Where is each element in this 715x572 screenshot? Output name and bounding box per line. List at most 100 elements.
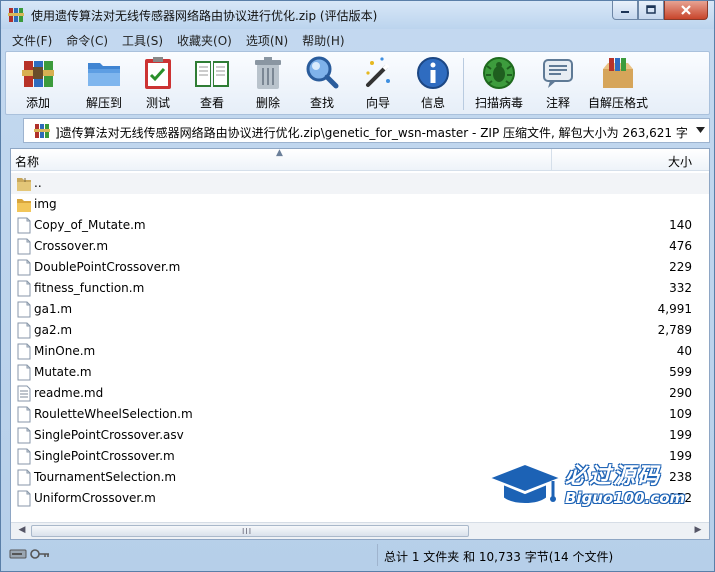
wizard-wand-icon [366,57,390,87]
file-row[interactable]: ga2.m 2,789 [11,320,709,341]
info-button[interactable]: 信息 [411,54,455,114]
extract-to-button[interactable]: 解压到 [80,54,128,114]
file-row[interactable]: DoublePointCrossover.m 229 [11,257,709,278]
document-icon [16,385,32,402]
info-icon [417,57,449,89]
file-row[interactable]: RouletteWheelSelection.m 109 [11,404,709,425]
minimize-button[interactable] [612,1,638,20]
file-row[interactable]: Mutate.m 599 [11,362,709,383]
file-icon [16,490,32,507]
toolbar: 添加 解压到 测试 查看 删除 查找 向导 信息 扫描病毒 注释 自解压格式 [5,51,710,115]
drive-key-icon[interactable] [9,547,51,561]
file-row[interactable]: MinOne.m 40 [11,341,709,362]
add-button[interactable]: 添加 [16,54,60,114]
comment-button[interactable]: 注释 [536,54,580,114]
test-button[interactable]: 测试 [136,54,180,114]
scan-virus-button[interactable]: 扫描病毒 [469,54,529,114]
close-icon [681,5,691,15]
parent-folder-row[interactable]: .. [11,173,709,194]
menu-tools[interactable]: 工具(S) [115,30,170,50]
minimize-icon [621,11,629,13]
scroll-left-icon[interactable]: ◀ [15,525,29,537]
file-name: DoublePointCrossover.m [34,260,181,274]
file-name: Mutate.m [34,365,92,379]
wizard-button[interactable]: 向导 [356,54,400,114]
view-button[interactable]: 查看 [189,54,235,114]
file-icon [16,448,32,465]
menu-file[interactable]: 文件(F) [5,30,59,50]
find-button[interactable]: 查找 [300,54,344,114]
file-row[interactable]: img [11,194,709,215]
toolbar-separator [463,58,464,110]
column-size[interactable]: 大小 [668,153,692,170]
menu-help[interactable]: 帮助(H) [295,30,351,50]
file-icon [16,469,32,486]
sfx-box-icon [603,58,633,88]
file-size: 4,991 [657,302,692,316]
file-name: MinOne.m [34,344,96,358]
watermark: 必过源码 Biguo100.com [486,456,687,516]
column-name[interactable]: 名称 [15,153,39,170]
archive-icon [34,124,50,138]
file-icon [16,364,32,381]
file-icon [16,301,32,318]
parent-folder-icon [16,175,32,192]
file-name: TournamentSelection.m [34,470,177,484]
maximize-icon [646,5,656,14]
file-row[interactable]: ga1.m 4,991 [11,299,709,320]
file-size: 40 [676,344,692,358]
file-size: 332 [669,281,692,295]
trash-icon [255,57,281,89]
sfx-button[interactable]: 自解压格式 [585,54,651,114]
file-row[interactable]: fitness_function.m 332 [11,278,709,299]
file-size: 229 [669,260,692,274]
file-size: 140 [669,218,692,232]
scrollbar-thumb[interactable]: III [31,525,469,537]
sort-ascending-icon: ▲ [276,148,283,158]
chevron-down-icon[interactable] [696,127,705,134]
folder-icon [16,196,32,213]
path-bar[interactable]: ]遗传算法对无线传感器网络路由协议进行优化.zip\genetic_for_ws… [23,118,710,143]
view-book-icon [195,61,229,87]
virus-scan-icon [483,57,515,89]
file-name: .. [34,176,42,190]
file-icon [16,217,32,234]
status-summary: 总计 1 文件夹 和 10,733 字节(14 个文件) [384,550,614,564]
file-row[interactable]: Copy_of_Mutate.m 140 [11,215,709,236]
scroll-right-icon[interactable]: ▶ [691,525,705,537]
maximize-button[interactable] [638,1,664,20]
file-size: 199 [669,428,692,442]
file-name: img [34,197,57,211]
file-row[interactable]: readme.md 290 [11,383,709,404]
column-divider[interactable] [551,149,552,171]
graduation-cap-logo [486,462,564,505]
status-summary-panel: 总计 1 文件夹 和 10,733 字节(14 个文件) [377,544,710,566]
menu-favorites[interactable]: 收藏夹(O) [170,30,239,50]
comment-icon [543,59,573,88]
watermark-cn: 必过源码 [565,464,662,489]
winrar-window: 使用遗传算法对无线传感器网络路由协议进行优化.zip (评估版本) 文件(F) … [0,0,715,572]
file-icon [16,238,32,255]
file-icon [16,343,32,360]
file-icon [16,280,32,297]
archive-path: ]遗传算法对无线传感器网络路由协议进行优化.zip\genetic_for_ws… [55,126,688,140]
file-name: readme.md [34,386,104,400]
menu-command[interactable]: 命令(C) [59,30,115,50]
file-icon [16,427,32,444]
list-header: ▲ 名称 大小 [11,149,709,171]
file-name: ga1.m [34,302,73,316]
file-name: fitness_function.m [34,281,145,295]
file-row[interactable]: Crossover.m 476 [11,236,709,257]
file-name: UniformCrossover.m [34,491,156,505]
close-button[interactable] [664,1,708,20]
delete-button[interactable]: 删除 [246,54,290,114]
menu-options[interactable]: 选项(N) [239,30,295,50]
status-bar: 总计 1 文件夹 和 10,733 字节(14 个文件) [5,543,710,567]
file-icon [16,322,32,339]
file-row[interactable]: SinglePointCrossover.asv 199 [11,425,709,446]
winrar-app-icon[interactable] [8,7,24,23]
file-name: Copy_of_Mutate.m [34,218,146,232]
test-icon [145,57,171,89]
horizontal-scrollbar[interactable]: ◀ III ▶ [11,522,709,539]
title-bar: 使用遗传算法对无线传感器网络路由协议进行优化.zip (评估版本) [1,1,714,29]
